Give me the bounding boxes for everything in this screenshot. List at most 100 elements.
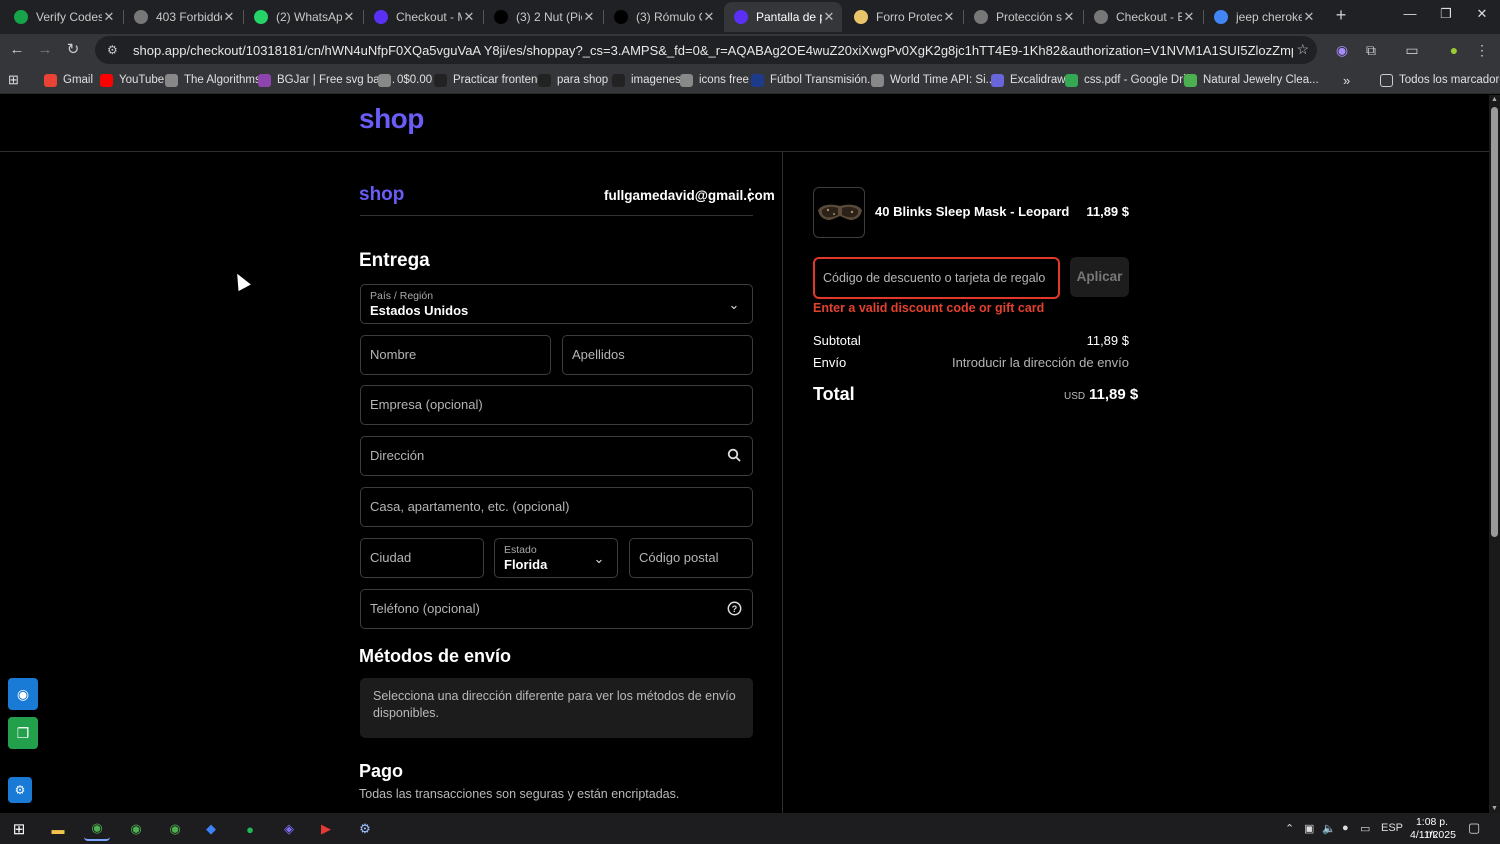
help-circle-icon[interactable]: ?: [726, 601, 742, 617]
bookmark-item[interactable]: Practicar frontend: [434, 71, 544, 89]
media-player-icon[interactable]: ▶: [313, 817, 339, 841]
bookmark-item[interactable]: BGJar | Free svg bac...: [258, 71, 395, 89]
bookmark-item[interactable]: The Algorithms: [165, 71, 261, 89]
close-tab-icon[interactable]: ✕: [222, 9, 236, 25]
browser-tab[interactable]: (3) 2 Nut (Pick✕: [484, 2, 602, 32]
site-info-icon[interactable]: ⚙: [107, 43, 123, 57]
bookmark-item[interactable]: para shop: [538, 71, 608, 89]
close-tab-icon[interactable]: ✕: [462, 9, 476, 25]
last-name-field[interactable]: Apellidos: [562, 335, 753, 375]
bookmark-item[interactable]: css.pdf - Google Dri...: [1065, 71, 1195, 89]
bookmark-item[interactable]: World Time API: Si...: [871, 71, 995, 89]
discount-code-input[interactable]: Código de descuento o tarjeta de regalo: [813, 257, 1060, 299]
page-scrollbar[interactable]: ▲ ▼: [1489, 95, 1500, 813]
city-field[interactable]: Ciudad: [360, 538, 484, 578]
bookmark-favicon-icon: [538, 73, 551, 87]
browser-tab[interactable]: Pantalla de pag✕: [724, 2, 842, 32]
eye-icon[interactable]: ◉: [8, 678, 38, 710]
browser-menu-icon[interactable]: ⋮: [1472, 40, 1492, 60]
close-tab-icon[interactable]: ✕: [342, 9, 356, 25]
apartment-field[interactable]: Casa, apartamento, etc. (opcional): [360, 487, 753, 527]
more-bookmarks-icon[interactable]: »: [1343, 71, 1350, 89]
scroll-down-arrow-icon[interactable]: ▼: [1490, 805, 1499, 812]
all-bookmarks-folder[interactable]: Todos los marcadores: [1380, 71, 1500, 89]
state-select[interactable]: Estado Florida ⌄: [494, 538, 618, 578]
browser-tab[interactable]: (2) WhatsApp✕: [244, 2, 362, 32]
browser-tab[interactable]: (3) Rómulo C. e✕: [604, 2, 722, 32]
forward-arrow-icon[interactable]: →: [35, 40, 55, 60]
browser-tab[interactable]: Checkout - Ma✕: [364, 2, 482, 32]
bookmark-item[interactable]: YouTube: [100, 71, 164, 89]
back-arrow-icon[interactable]: ←: [7, 40, 27, 60]
apps-grid-icon[interactable]: ⊞: [8, 71, 19, 89]
bookmark-item[interactable]: Gmail: [44, 71, 93, 89]
close-tab-icon[interactable]: ✕: [822, 9, 836, 25]
clock-date[interactable]: 4/11/2025: [1410, 829, 1456, 841]
close-tab-icon[interactable]: ✕: [582, 9, 596, 25]
chrome-alt-icon[interactable]: ◉: [162, 817, 188, 841]
settings-gear-icon[interactable]: ⚙: [8, 777, 32, 803]
bookmark-item[interactable]: Excalidraw: [991, 71, 1066, 89]
language-indicator[interactable]: ESP: [1381, 822, 1403, 834]
all-bookmarks-label: Todos los marcadores: [1399, 74, 1500, 86]
notifications-icon[interactable]: ▢: [1468, 820, 1480, 836]
bookmark-item[interactable]: Natural Jewelry Clea...: [1184, 71, 1319, 89]
reload-icon[interactable]: ↻: [63, 40, 83, 60]
minimize-button[interactable]: —: [1398, 6, 1422, 26]
close-tab-icon[interactable]: ✕: [942, 9, 956, 25]
company-field[interactable]: Empresa (opcional): [360, 385, 753, 425]
close-tab-icon[interactable]: ✕: [102, 9, 116, 25]
file-explorer-icon[interactable]: ▬: [45, 817, 71, 841]
chrome-profile-icon[interactable]: ◉: [123, 817, 149, 841]
volume-icon[interactable]: 🔈: [1322, 822, 1336, 835]
edge-browser-icon[interactable]: ◆: [198, 817, 224, 841]
first-name-field[interactable]: Nombre: [360, 335, 551, 375]
zip-field[interactable]: Código postal: [629, 538, 753, 578]
close-tab-icon[interactable]: ✕: [1062, 9, 1076, 25]
search-icon[interactable]: [726, 448, 742, 464]
spotify-icon[interactable]: ●: [237, 817, 263, 841]
apply-discount-button[interactable]: Aplicar: [1070, 257, 1129, 297]
discord-icon[interactable]: ◈: [276, 817, 302, 841]
bookmark-star-icon[interactable]: ☆: [1296, 41, 1309, 58]
tray-chevron-icon[interactable]: ⌃: [1285, 822, 1294, 835]
copy-icon[interactable]: ❐: [8, 717, 38, 749]
browser-tab[interactable]: Checkout - Esh✕: [1084, 2, 1202, 32]
profile-avatar[interactable]: ●: [1444, 40, 1464, 60]
address-field[interactable]: Dirección: [360, 436, 753, 476]
account-menu-icon[interactable]: ⋮: [742, 186, 758, 206]
tray-meet-icon[interactable]: ▣: [1304, 822, 1314, 835]
address-bar[interactable]: ⚙ shop.app/checkout/10318181/cn/hWN4uNfp…: [95, 36, 1317, 64]
steam-icon[interactable]: ⚙: [352, 817, 378, 841]
browser-tab[interactable]: 403 Forbidden✕: [124, 2, 242, 32]
extension-circle-icon[interactable]: ◉: [1332, 40, 1352, 60]
browser-tab[interactable]: jeep cherokee✕: [1204, 2, 1322, 32]
close-window-button[interactable]: ✕: [1470, 6, 1494, 26]
close-tab-icon[interactable]: ✕: [1182, 9, 1196, 25]
close-tab-icon[interactable]: ✕: [1302, 9, 1316, 25]
chrome-icon[interactable]: ◉: [84, 817, 110, 841]
extensions-puzzle-icon[interactable]: ⧉: [1361, 40, 1381, 60]
bookmark-favicon-icon: [680, 73, 693, 87]
bookmark-item[interactable]: 0$0.00: [378, 71, 432, 89]
phone-field[interactable]: Teléfono (opcional) ?: [360, 589, 753, 629]
bookmark-item[interactable]: icons free: [680, 71, 749, 89]
scrollbar-thumb[interactable]: [1491, 107, 1498, 537]
bookmark-item[interactable]: Fútbol Transmisión...: [751, 71, 877, 89]
scroll-up-arrow-icon[interactable]: ▲: [1490, 96, 1499, 103]
bookmark-item[interactable]: imagenes: [612, 71, 681, 89]
browser-tab[interactable]: Verify Codes —✕: [4, 2, 122, 32]
browser-tab[interactable]: Forro Protecto✕: [844, 2, 962, 32]
maximize-button[interactable]: ❐: [1434, 6, 1458, 26]
browser-tab[interactable]: Protección sali✕: [964, 2, 1082, 32]
close-tab-icon[interactable]: ✕: [702, 9, 716, 25]
bookmark-label: css.pdf - Google Dri...: [1084, 74, 1196, 86]
windows-start-icon[interactable]: ⊞: [6, 817, 32, 841]
shop-logo[interactable]: shop: [359, 103, 424, 135]
country-select[interactable]: País / Región Estados Unidos ⌄: [360, 284, 753, 324]
url-text[interactable]: shop.app/checkout/10318181/cn/hWN4uNfpF0…: [133, 43, 1293, 58]
network-icon[interactable]: ▭: [1360, 822, 1370, 835]
microphone-icon[interactable]: ●: [1342, 822, 1349, 834]
cast-icon[interactable]: ▭: [1402, 40, 1422, 60]
new-tab-button[interactable]: +: [1331, 5, 1351, 27]
